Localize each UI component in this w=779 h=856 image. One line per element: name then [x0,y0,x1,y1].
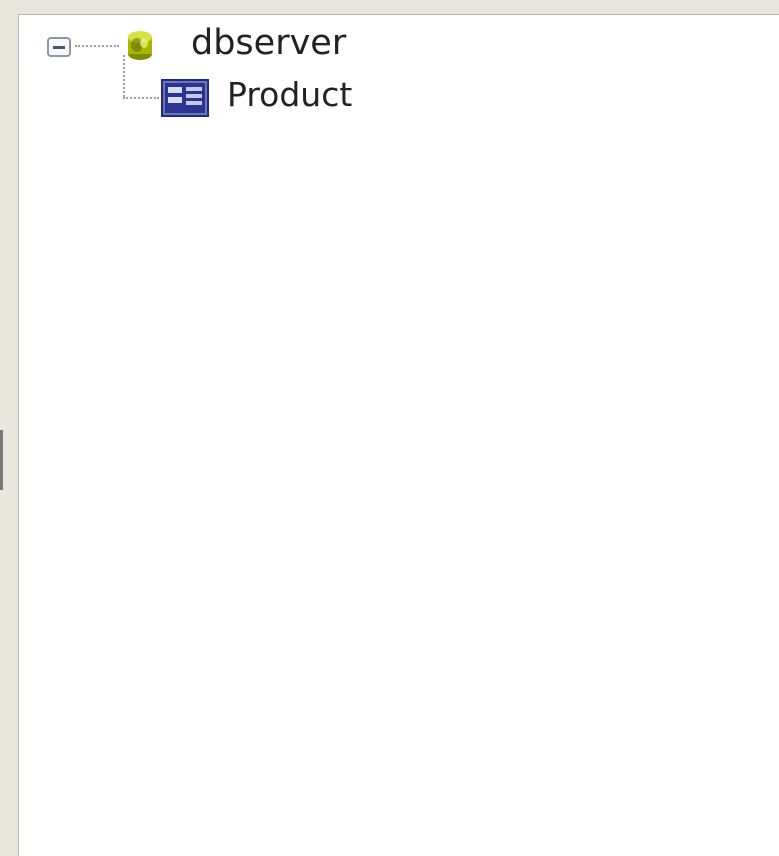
tree-view[interactable]: dbserver Product [18,14,779,856]
splitter-handle[interactable] [0,430,3,490]
database-icon [128,31,152,60]
top-border [0,0,779,14]
tree-node-label[interactable]: Product [227,75,352,115]
tree-node-label[interactable]: dbserver [191,23,346,63]
table-icon [161,79,209,117]
left-border [0,0,18,856]
window-frame: dbserver Product [0,0,779,856]
tree-connector-line [123,97,159,99]
collapse-icon[interactable] [47,37,71,57]
tree-connector-line [75,45,119,47]
